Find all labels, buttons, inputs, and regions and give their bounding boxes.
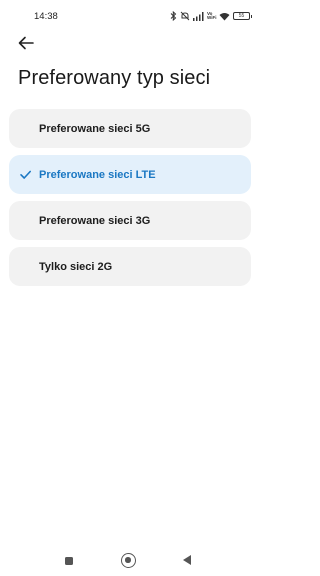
option-5g[interactable]: Preferowane sieci 5G (9, 109, 251, 148)
status-time: 14:38 (34, 11, 58, 22)
option-3g[interactable]: Preferowane sieci 3G (9, 201, 251, 240)
arrow-left-icon (18, 36, 34, 55)
back-icon[interactable] (183, 555, 191, 565)
navigation-bar (0, 540, 260, 576)
bluetooth-icon (170, 11, 177, 21)
page-title: Preferowany typ sieci (18, 67, 211, 89)
battery-icon: 55 (233, 12, 252, 20)
option-lte[interactable]: Preferowane sieci LTE (9, 155, 251, 194)
option-label: Preferowane sieci LTE (39, 168, 156, 181)
wifi-icon (219, 12, 230, 21)
status-icons: Vo WiFi 55 (170, 10, 252, 22)
signal-icon (193, 11, 204, 21)
network-type-options: Preferowane sieci 5G Preferowane sieci L… (9, 109, 251, 293)
option-2g[interactable]: Tylko sieci 2G (9, 247, 251, 286)
option-label: Preferowane sieci 5G (39, 122, 151, 135)
back-button[interactable] (14, 34, 38, 56)
home-icon[interactable] (121, 553, 136, 568)
option-label: Tylko sieci 2G (39, 260, 113, 273)
status-bar: 14:38 Vo WiFi 55 (0, 0, 260, 32)
option-label: Preferowane sieci 3G (39, 214, 151, 227)
volte-icon: Vo WiFi (207, 10, 217, 20)
mute-icon (180, 11, 190, 21)
recents-icon[interactable] (65, 557, 73, 565)
checkmark-icon (19, 168, 32, 181)
